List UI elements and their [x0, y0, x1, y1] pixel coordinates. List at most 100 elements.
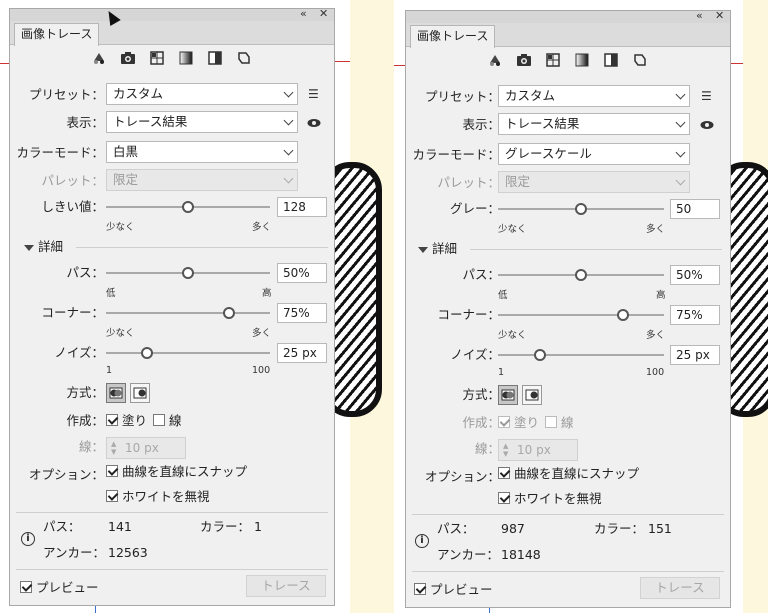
slider-thumb[interactable]: [223, 307, 235, 319]
auto-color-icon[interactable]: [486, 51, 504, 69]
auto-color-icon[interactable]: [90, 49, 108, 67]
camera-icon[interactable]: [515, 51, 533, 69]
preview-checkbox[interactable]: プレビュー: [414, 582, 493, 598]
stroke-width-value: 10 px: [517, 443, 551, 457]
corners-max-label: 多く: [646, 330, 666, 341]
corners-input[interactable]: 75%: [277, 303, 327, 323]
preset-label: プリセット：: [424, 89, 500, 104]
color-mode-select[interactable]: グレースケール: [498, 143, 690, 165]
gray-slider[interactable]: [498, 203, 664, 215]
noise-input[interactable]: 25 px: [670, 345, 720, 365]
paths-input[interactable]: 50%: [277, 263, 327, 283]
paths-slider[interactable]: [106, 267, 270, 279]
color-mode-select[interactable]: 白黒: [106, 141, 298, 163]
corners-slider[interactable]: [106, 307, 270, 319]
slider-track: [106, 352, 270, 354]
slider-thumb[interactable]: [182, 267, 194, 279]
slider-thumb[interactable]: [141, 347, 153, 359]
chevron-down-icon: [675, 117, 686, 128]
image-trace-panel-left: « ✕ 画像トレース プリセット： カスタム ☰ 表示： トレース結果 カラーモ…: [9, 6, 335, 606]
checkbox-box: [106, 414, 118, 426]
camera-icon[interactable]: [119, 49, 137, 67]
grid-icon[interactable]: [148, 49, 166, 67]
slider-track: [498, 354, 664, 356]
noise-slider[interactable]: [106, 347, 270, 359]
palette-value: 限定: [505, 174, 531, 189]
checkbox-box: [106, 465, 118, 477]
tab-image-trace[interactable]: 画像トレース: [14, 23, 100, 46]
color-mode-label: カラーモード：: [16, 145, 104, 160]
view-select[interactable]: トレース結果: [498, 113, 690, 135]
gray-input[interactable]: 50: [670, 199, 720, 219]
grayscale-icon[interactable]: [573, 51, 591, 69]
outline-icon[interactable]: [631, 51, 649, 69]
ignore-white-checkbox[interactable]: ホワイトを無視: [498, 491, 602, 507]
noise-input[interactable]: 25 px: [277, 343, 327, 363]
stats-divider: [16, 512, 328, 513]
grayscale-icon[interactable]: [177, 49, 195, 67]
ignore-white-checkbox[interactable]: ホワイトを無視: [106, 489, 210, 505]
eye-icon[interactable]: [307, 117, 321, 131]
threshold-slider[interactable]: [106, 201, 270, 213]
noise-slider[interactable]: [498, 349, 664, 361]
view-select[interactable]: トレース結果: [106, 111, 298, 133]
slider-thumb[interactable]: [575, 269, 587, 281]
slider-thumb[interactable]: [575, 203, 587, 215]
close-icon[interactable]: ✕: [715, 8, 724, 24]
snap-curves-label: 曲線を直線にスナップ: [122, 464, 248, 479]
snap-curves-checkbox[interactable]: 曲線を直線にスナップ: [106, 464, 247, 480]
create-stroke-checkbox[interactable]: 線: [153, 413, 182, 429]
info-icon: i: [21, 532, 35, 546]
panel-titlebar[interactable]: « ✕: [10, 6, 334, 22]
preview-checkbox[interactable]: プレビュー: [20, 580, 99, 596]
trace-button[interactable]: トレース: [640, 577, 720, 599]
chevron-down-icon: [283, 87, 294, 98]
outline-icon[interactable]: [235, 49, 253, 67]
black-white-icon[interactable]: [602, 51, 620, 69]
corners-slider[interactable]: [498, 309, 664, 321]
slider-thumb[interactable]: [533, 349, 546, 361]
advanced-section-title: 詳細: [432, 241, 458, 256]
advanced-section-toggle[interactable]: 詳細: [24, 239, 63, 255]
paths-min-label: 低: [106, 288, 116, 299]
create-fill-checkbox[interactable]: 塗り: [106, 413, 147, 429]
preset-select[interactable]: カスタム: [106, 83, 298, 105]
stats-colors-value: 151: [648, 521, 672, 536]
black-white-icon[interactable]: [206, 49, 224, 67]
checkbox-box: [106, 490, 118, 502]
create-fill-label: 塗り: [122, 413, 148, 428]
footer-divider: [16, 569, 328, 570]
method-abutting-button[interactable]: [106, 383, 126, 403]
corners-input[interactable]: 75%: [670, 305, 720, 325]
paths-slider[interactable]: [498, 269, 664, 281]
view-value: トレース結果: [505, 116, 580, 131]
slider-track: [498, 314, 664, 316]
tab-image-trace[interactable]: 画像トレース: [410, 25, 496, 48]
create-stroke-label: 線: [561, 415, 574, 430]
method-overlapping-button[interactable]: [130, 383, 150, 403]
options-label: オプション：: [28, 467, 104, 482]
method-abutting-button[interactable]: [498, 385, 518, 405]
snap-curves-checkbox[interactable]: 曲線を直線にスナップ: [498, 466, 639, 482]
panel-titlebar[interactable]: « ✕: [406, 8, 730, 24]
threshold-input[interactable]: 128: [277, 197, 327, 217]
preset-label: プリセット：: [28, 87, 104, 102]
grid-icon[interactable]: [544, 51, 562, 69]
stats-anchors-value: 18148: [501, 547, 541, 562]
collapse-icon[interactable]: «: [300, 6, 307, 22]
close-icon[interactable]: ✕: [319, 6, 328, 22]
chevron-down-icon: [675, 89, 686, 100]
eye-icon[interactable]: [700, 119, 714, 133]
stats-anchors-value: 12563: [108, 545, 148, 560]
paths-input[interactable]: 50%: [670, 265, 720, 285]
slider-thumb[interactable]: [616, 309, 629, 321]
method-overlapping-button[interactable]: [522, 385, 542, 405]
preset-menu-icon[interactable]: ☰: [701, 89, 712, 103]
collapse-icon[interactable]: «: [696, 8, 703, 24]
trace-button[interactable]: トレース: [246, 575, 326, 597]
slider-thumb[interactable]: [182, 201, 194, 213]
preset-select[interactable]: カスタム: [498, 85, 690, 107]
advanced-section-toggle[interactable]: 詳細: [418, 241, 457, 257]
chevron-down-icon: [283, 173, 294, 184]
preset-menu-icon[interactable]: ☰: [308, 87, 319, 101]
